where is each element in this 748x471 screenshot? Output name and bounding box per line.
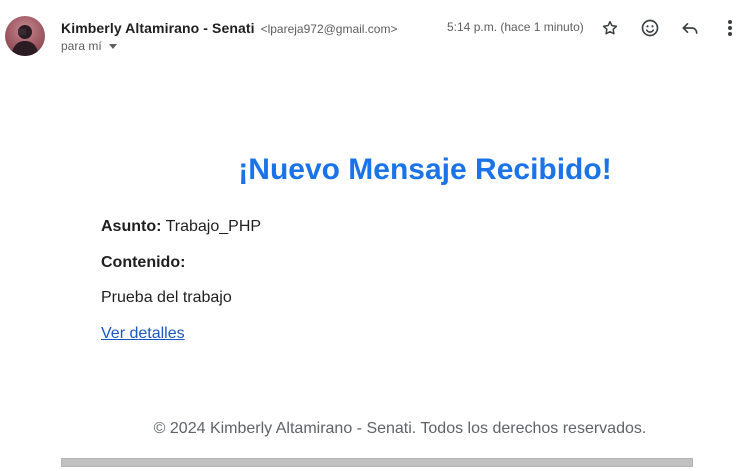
emoji-reaction-icon xyxy=(641,19,659,37)
details-link[interactable]: Ver detalles xyxy=(101,325,185,342)
star-icon xyxy=(602,20,618,35)
subject-row: Asunto: Trabajo_PHP xyxy=(101,217,261,237)
recipient-label: para mí xyxy=(61,39,102,53)
sender-line: Kimberly Altamirano - Senati <lpareja972… xyxy=(61,19,397,38)
chevron-down-icon xyxy=(108,43,117,49)
emoji-reaction-button[interactable] xyxy=(638,16,662,40)
star-button[interactable] xyxy=(598,16,622,40)
reply-icon xyxy=(682,23,698,34)
recipient-dropdown[interactable]: para mí xyxy=(61,39,117,53)
email-header: Kimberly Altamirano - Senati <lpareja972… xyxy=(0,0,748,70)
message-title: ¡Nuevo Mensaje Recibido! xyxy=(238,153,612,186)
subject-label: Asunto: xyxy=(101,218,162,235)
footer-copyright: © 2024 Kimberly Altamirano - Senati. Tod… xyxy=(153,420,647,437)
more-options-button[interactable] xyxy=(718,16,742,40)
subject-value: Trabajo_PHP xyxy=(165,218,262,235)
sender-avatar[interactable] xyxy=(5,16,45,56)
details-link-row: Ver detalles xyxy=(101,324,185,344)
content-label-row: Contenido: xyxy=(101,253,185,273)
sender-name[interactable]: Kimberly Altamirano - Senati xyxy=(61,20,255,36)
horizontal-scrollbar[interactable] xyxy=(61,458,693,467)
more-vertical-icon xyxy=(728,20,732,36)
sender-email: <lpareja972@gmail.com> xyxy=(260,22,398,36)
timestamp: 5:14 p.m. (hace 1 minuto) xyxy=(447,20,584,34)
content-label: Contenido: xyxy=(101,254,186,271)
content-value: Prueba del trabajo xyxy=(101,289,232,306)
reply-button[interactable] xyxy=(678,16,702,40)
